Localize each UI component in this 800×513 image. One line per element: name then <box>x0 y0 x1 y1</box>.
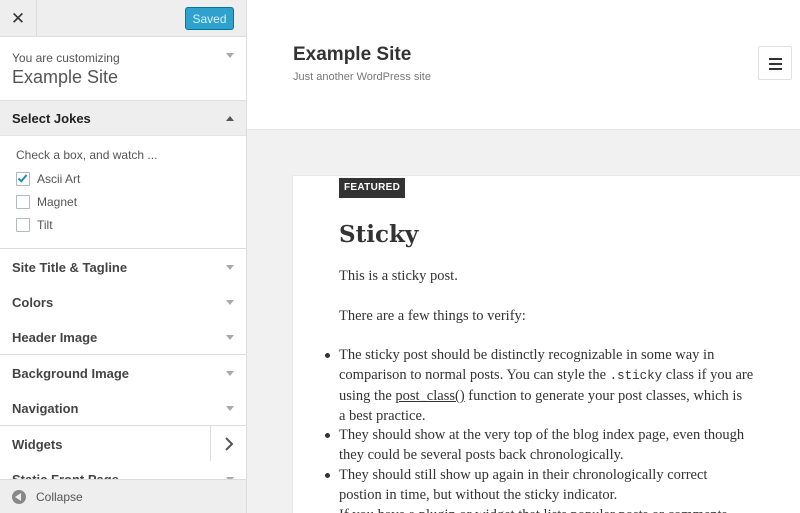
site-header: Example Site Just another WordPress site <box>247 0 800 130</box>
checkbox-row-magnet[interactable]: Magnet <box>16 194 77 210</box>
chevron-up-icon[interactable] <box>226 116 234 121</box>
chevron-down-icon <box>226 265 234 270</box>
checkbox-ascii-art[interactable] <box>16 172 30 186</box>
section-colors[interactable]: Colors <box>0 284 246 320</box>
select-jokes-panel: Check a box, and watch ... Ascii Art Mag… <box>0 136 246 249</box>
customizing-info[interactable]: You are customizing Example Site <box>0 37 246 101</box>
list-item: They should show at the very top of the … <box>339 427 745 463</box>
post-paragraph: There are a few things to verify: <box>339 308 526 324</box>
section-site-title-tagline[interactable]: Site Title & Tagline <box>0 249 246 285</box>
chevron-right-icon <box>224 436 233 451</box>
customizing-label: You are customizing <box>12 51 120 65</box>
section-navigation[interactable]: Navigation <box>0 390 246 426</box>
section-label: Header Image <box>12 330 98 345</box>
checkbox-row-ascii-art[interactable]: Ascii Art <box>16 171 80 187</box>
section-header-image[interactable]: Header Image <box>0 319 246 355</box>
collapse-label: Collapse <box>36 490 83 504</box>
checkbox-tilt[interactable] <box>16 218 30 232</box>
post-title[interactable]: Sticky <box>339 221 418 248</box>
site-preview: Example Site Just another WordPress site… <box>247 0 800 513</box>
chevron-down-icon <box>226 300 234 305</box>
chevron-down-icon <box>226 406 234 411</box>
section-label: Site Title & Tagline <box>12 260 128 275</box>
code-snippet: .sticky <box>609 369 663 383</box>
post-paragraph: This is a sticky post. <box>339 268 458 284</box>
list-item: The sticky post should be distinctly rec… <box>339 347 754 424</box>
saved-button[interactable]: Saved <box>185 7 234 30</box>
close-button[interactable]: ✕ <box>0 0 37 37</box>
section-label: Colors <box>12 295 54 310</box>
post-card: FEATURED Sticky This is a sticky post. T… <box>292 175 800 513</box>
sidebar-header: ✕ Saved <box>0 0 246 37</box>
section-background-image[interactable]: Background Image <box>0 355 246 391</box>
checkbox-row-tilt[interactable]: Tilt <box>16 217 53 233</box>
section-label: Widgets <box>12 437 63 452</box>
close-icon: ✕ <box>10 8 26 29</box>
section-label: Select Jokes <box>12 111 91 126</box>
bullet-icon <box>325 433 330 438</box>
site-tagline: Just another WordPress site <box>293 71 431 83</box>
checkbox-magnet[interactable] <box>16 195 30 209</box>
list-item: If you have a plugin or widget that list… <box>339 505 769 513</box>
collapse-arrow-icon <box>12 490 26 504</box>
collapse-button[interactable]: Collapse <box>0 479 246 513</box>
chevron-down-icon[interactable] <box>226 53 234 58</box>
checkbox-label: Tilt <box>37 218 53 232</box>
section-label: Background Image <box>12 366 130 381</box>
checkbox-label: Magnet <box>37 195 78 209</box>
bullet-icon <box>325 473 330 478</box>
bullet-icon <box>325 353 330 358</box>
post-class-link[interactable]: post_class() <box>395 388 464 404</box>
section-label: Navigation <box>12 401 79 416</box>
customizing-site-name: Example Site <box>12 67 119 87</box>
checkmark-icon <box>17 172 28 183</box>
site-title[interactable]: Example Site <box>293 44 411 66</box>
featured-badge: FEATURED <box>339 178 406 198</box>
jokes-description: Check a box, and watch ... <box>16 148 158 162</box>
section-widgets[interactable]: Widgets <box>0 426 246 462</box>
chevron-down-icon <box>226 335 234 340</box>
checkbox-label: Ascii Art <box>37 172 81 186</box>
section-select-jokes[interactable]: Select Jokes <box>0 101 246 136</box>
list-item: They should still show up again in their… <box>339 467 708 503</box>
customizer-sidebar: ✕ Saved You are customizing Example Site… <box>0 0 247 513</box>
chevron-down-icon <box>226 371 234 376</box>
menu-toggle-button[interactable] <box>758 46 792 80</box>
widgets-open-button[interactable] <box>210 426 246 461</box>
